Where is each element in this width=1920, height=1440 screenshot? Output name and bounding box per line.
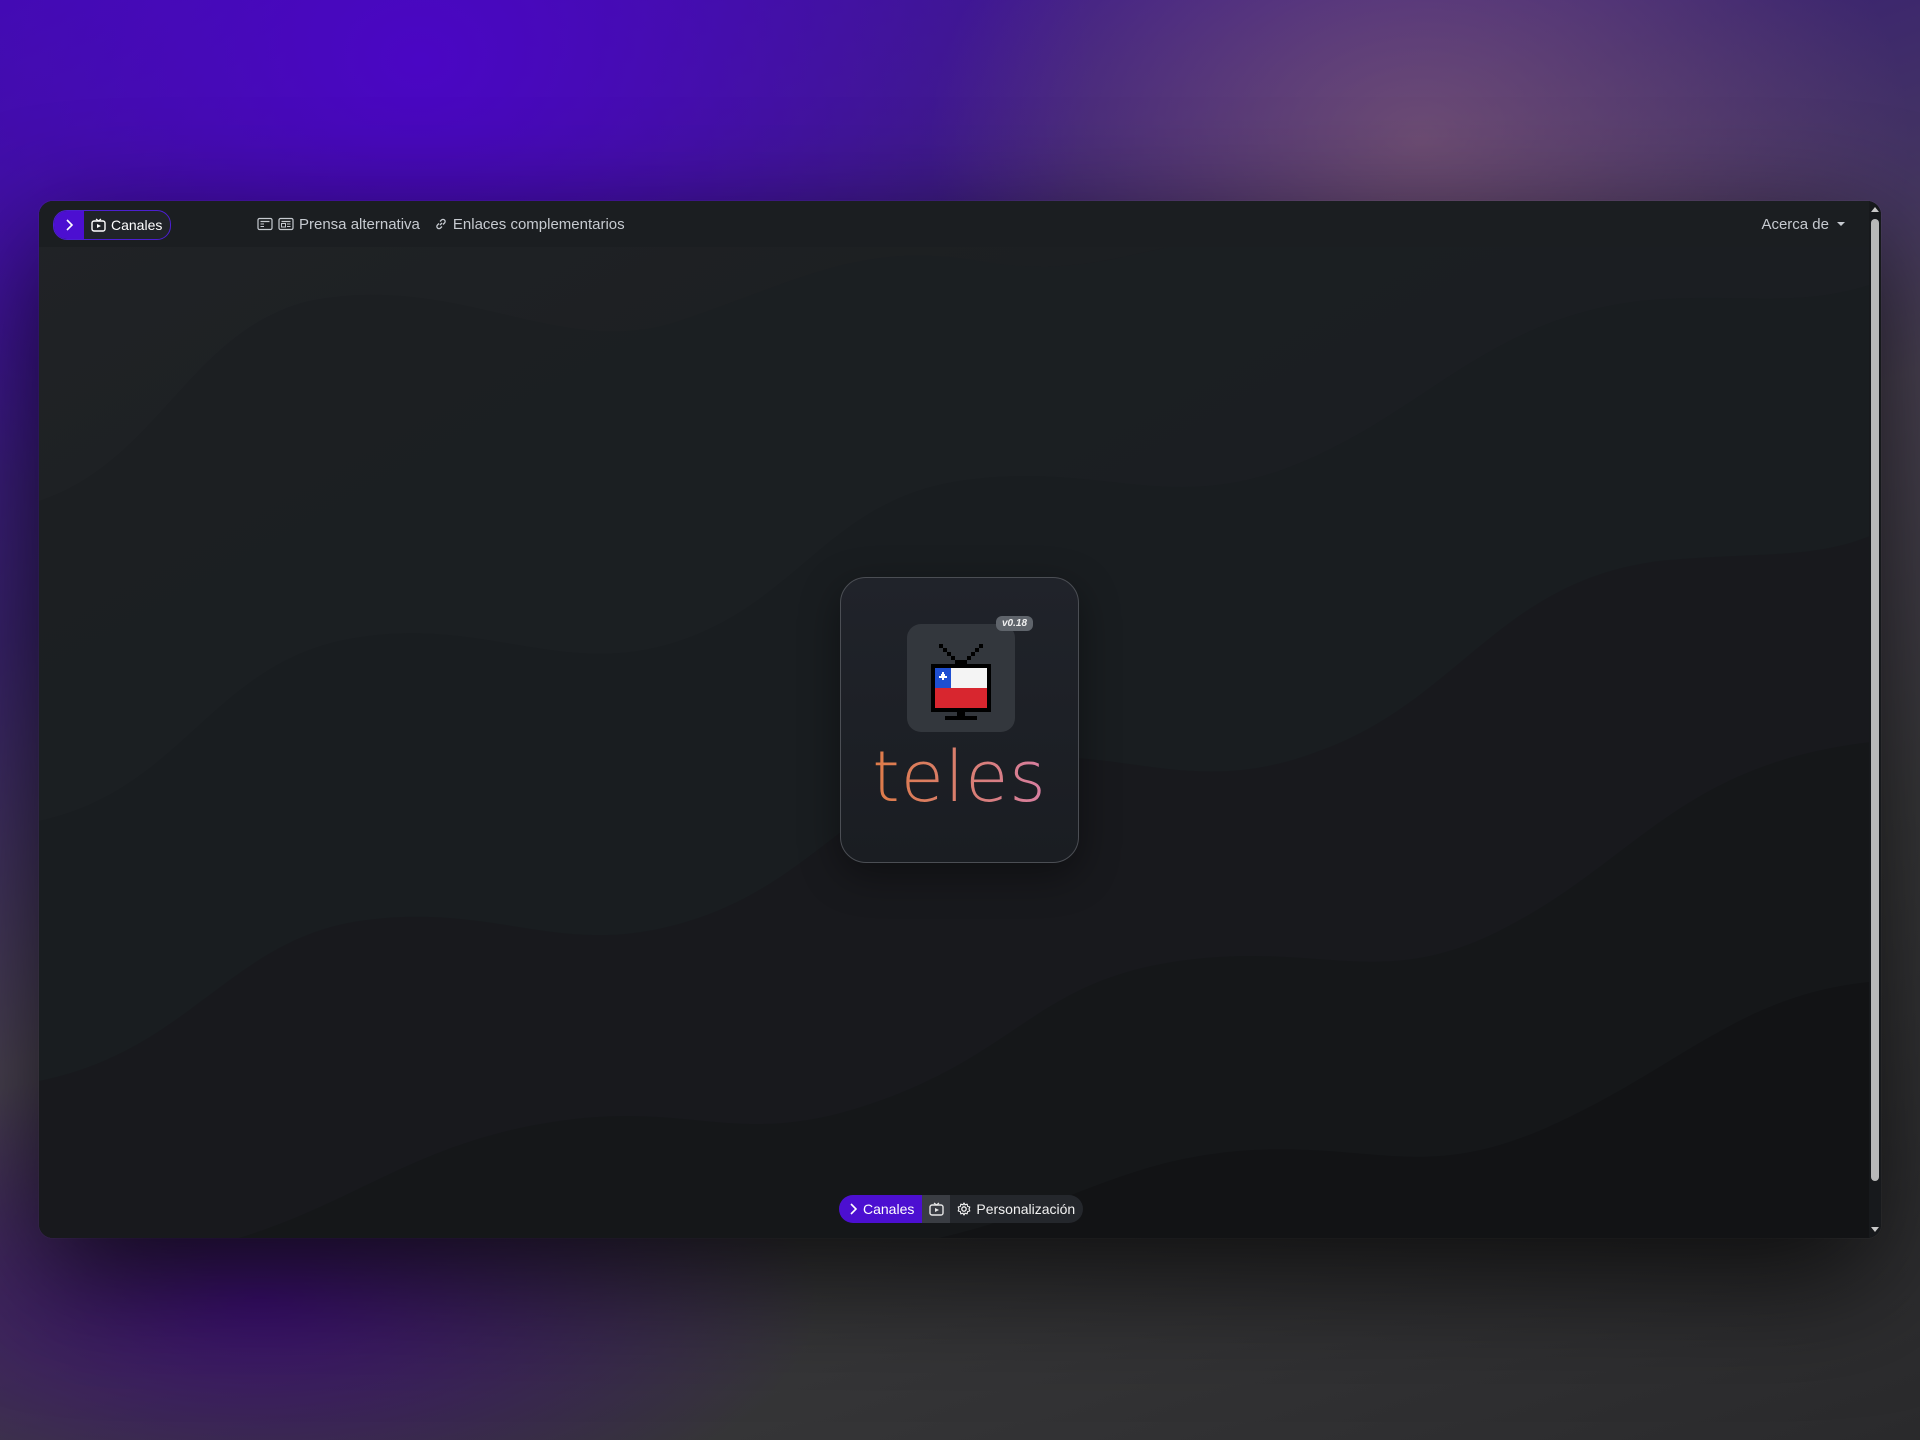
newspaper-icon: [257, 217, 273, 231]
chevron-right-icon: [66, 219, 74, 231]
tv-chile-flag-icon: [931, 644, 991, 720]
sidebar-toggle-button[interactable]: [54, 211, 84, 239]
newspaper-alt-icon: [278, 217, 294, 231]
scroll-up-arrow-icon[interactable]: [1871, 207, 1879, 212]
logo-tile: [907, 624, 1015, 732]
bottom-channels-label: Canales: [863, 1201, 915, 1217]
tv-button[interactable]: [922, 1195, 951, 1223]
nav-link-label: Enlaces complementarios: [452, 215, 625, 233]
nav-link-prensa-alternativa[interactable]: Prensa alternativa: [257, 216, 420, 233]
nav-links: Prensa alternativa Enlaces complementari…: [257, 201, 625, 247]
about-dropdown[interactable]: Acerca de: [1761, 201, 1845, 247]
nav-link-enlaces-complementarios[interactable]: Enlaces complementarios: [434, 216, 625, 233]
app-wordmark: teles: [841, 742, 1078, 812]
channels-toggle-group[interactable]: Canales: [53, 210, 172, 240]
channels-label: Canales: [111, 217, 163, 233]
channels-button[interactable]: Canales: [84, 211, 170, 239]
scrollbar[interactable]: [1869, 201, 1881, 1238]
app-window: Canales Prensa alternativa Enlaces compl…: [39, 201, 1881, 1238]
bottom-channels-button[interactable]: Canales: [839, 1195, 923, 1223]
scroll-down-arrow-icon[interactable]: [1871, 1227, 1879, 1232]
about-label: Acerca de: [1761, 215, 1829, 233]
nav-link-label: Prensa alternativa: [299, 215, 420, 233]
tv-play-icon: [91, 218, 106, 232]
caret-down-icon: [1837, 222, 1845, 226]
logo-card: v0.18 teles: [840, 577, 1079, 863]
bottom-toolbar: Canales Personalización: [839, 1195, 1084, 1223]
tv-play-icon: [929, 1202, 944, 1216]
link-icon: [436, 218, 446, 230]
version-badge: v0.18: [996, 616, 1034, 631]
gear-icon: [958, 1202, 971, 1216]
chevron-right-icon: [850, 1203, 857, 1215]
personalization-label: Personalización: [976, 1201, 1076, 1217]
top-navbar: Canales Prensa alternativa Enlaces compl…: [39, 201, 1881, 247]
scroll-thumb[interactable]: [1871, 219, 1879, 1181]
personalization-button[interactable]: Personalización: [950, 1195, 1083, 1223]
